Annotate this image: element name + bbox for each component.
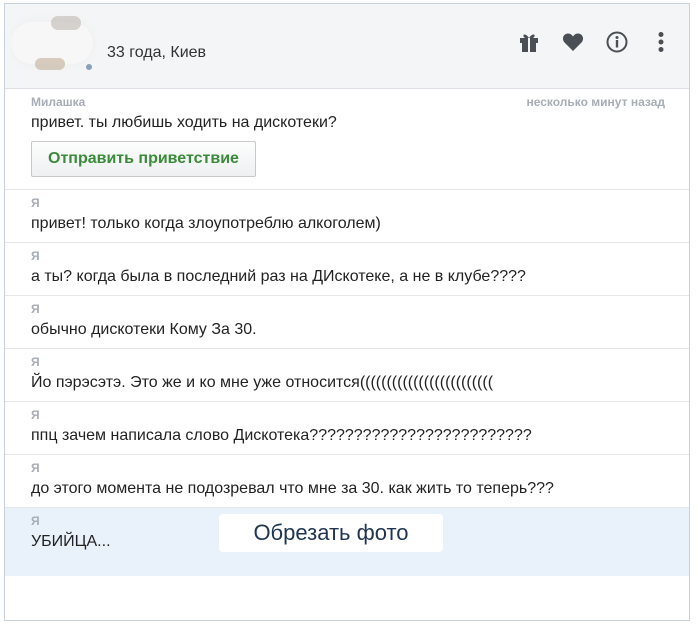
message-text: привет. ты любишь ходить на дискотеки? — [31, 114, 337, 131]
chat-header: 33 года, Киев — [5, 4, 689, 89]
message-item: Я а ты? когда была в последний раз на ДИ… — [5, 243, 689, 296]
message-sender: Я — [31, 514, 40, 528]
message-sender: Я — [31, 302, 40, 316]
message-item: Я Йо пэрэсэтэ. Это же и ко мне уже относ… — [5, 349, 689, 402]
message-item-highlighted: Я УБИЙЦА... Обрезать фото — [5, 508, 689, 576]
message-list: Милашка несколько минут назад привет. ты… — [5, 89, 689, 576]
message-text: Йо пэрэсэтэ. Это же и ко мне уже относит… — [31, 374, 494, 391]
message-sender: Милашка — [31, 95, 86, 109]
info-icon[interactable] — [603, 28, 631, 56]
message-text: до этого момента не подозревал что мне з… — [31, 480, 554, 497]
avatar[interactable] — [11, 12, 97, 78]
message-item: Милашка несколько минут назад привет. ты… — [5, 89, 689, 190]
header-actions — [515, 28, 675, 56]
gift-icon[interactable] — [515, 28, 543, 56]
chat-window: 33 года, Киев Милашка несколько минут на… — [4, 3, 690, 621]
heart-icon[interactable] — [559, 28, 587, 56]
message-sender: Я — [31, 249, 40, 263]
crop-photo-button[interactable]: Обрезать фото — [219, 514, 443, 552]
more-vertical-icon[interactable] — [647, 28, 675, 56]
message-item: Я ппц зачем написала слово Дискотека????… — [5, 402, 689, 455]
message-sender: Я — [31, 408, 40, 422]
message-item: Я обычно дискотеки Кому За 30. — [5, 296, 689, 349]
message-item: Я до этого момента не подозревал что мне… — [5, 455, 689, 508]
message-text: а ты? когда была в последний раз на ДИск… — [31, 268, 526, 285]
message-sender: Я — [31, 355, 40, 369]
message-text: обычно дискотеки Кому За 30. — [31, 321, 257, 338]
send-greeting-button[interactable]: Отправить приветствие — [31, 141, 256, 177]
profile-info: 33 года, Киев — [107, 44, 207, 61]
message-text: ппц зачем написала слово Дискотека??????… — [31, 427, 532, 444]
message-text: привет! только когда злоупотреблю алкого… — [31, 215, 381, 232]
message-item: Я привет! только когда злоупотреблю алко… — [5, 190, 689, 243]
message-time: несколько минут назад — [526, 95, 665, 109]
message-sender: Я — [31, 461, 40, 475]
message-sender: Я — [31, 196, 40, 210]
